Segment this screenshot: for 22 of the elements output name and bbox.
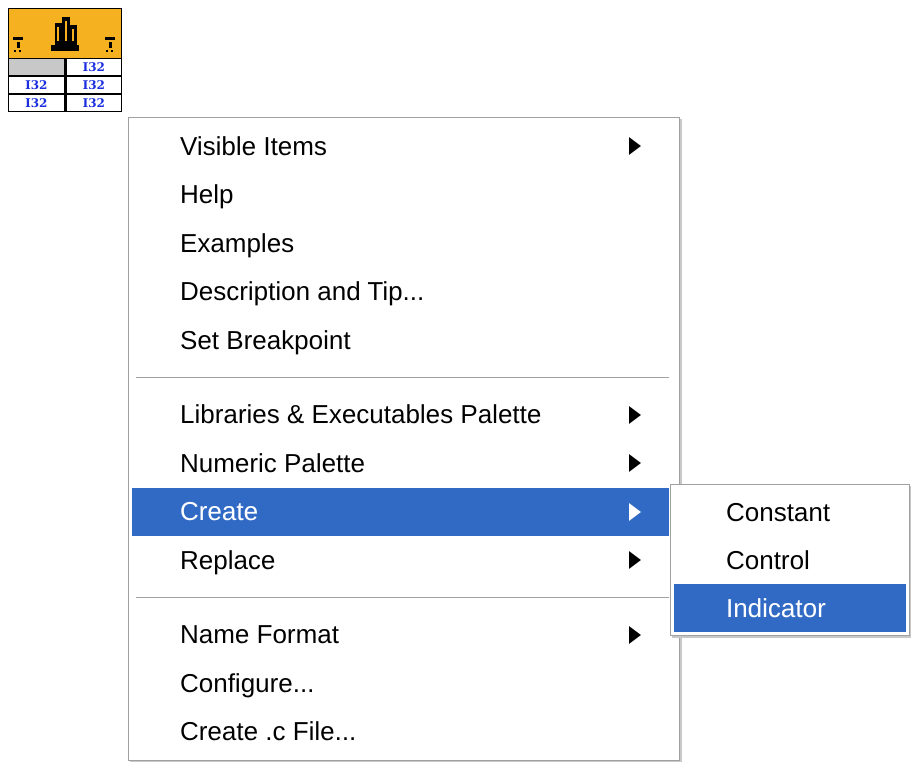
menu-item[interactable]: Replace (132, 536, 669, 584)
menu-item[interactable]: Numeric Palette (132, 439, 669, 488)
menu-item[interactable]: Create .c File... (132, 708, 669, 756)
terminal-type: I32 (9, 95, 64, 111)
menu-item[interactable]: Description and Tip... (132, 268, 669, 316)
terminal-cell (9, 59, 64, 75)
menu-item[interactable]: Visible Items (132, 122, 669, 170)
terminal-type: I32 (66, 95, 121, 111)
terminal-type: I32 (66, 77, 121, 93)
terminal-type: I32 (9, 77, 64, 93)
node-icon[interactable]: I32 I32 I32 I32 I32 (8, 8, 122, 112)
menu-item[interactable]: Set Breakpoint (132, 316, 669, 364)
menu-item[interactable]: Name Format (132, 610, 669, 659)
menu-item[interactable]: Libraries & Executables Palette (132, 390, 669, 439)
menu-item[interactable]: Constant (674, 488, 906, 536)
menu-item[interactable]: Help (132, 170, 669, 219)
terminal-type: I32 (66, 59, 121, 75)
menu-item[interactable]: Configure... (132, 659, 669, 708)
menu-item[interactable]: Examples (132, 219, 669, 268)
menu-item[interactable]: Indicator (674, 584, 906, 632)
menu-item[interactable]: Create (132, 488, 669, 536)
menu-item[interactable]: Control (674, 536, 906, 584)
